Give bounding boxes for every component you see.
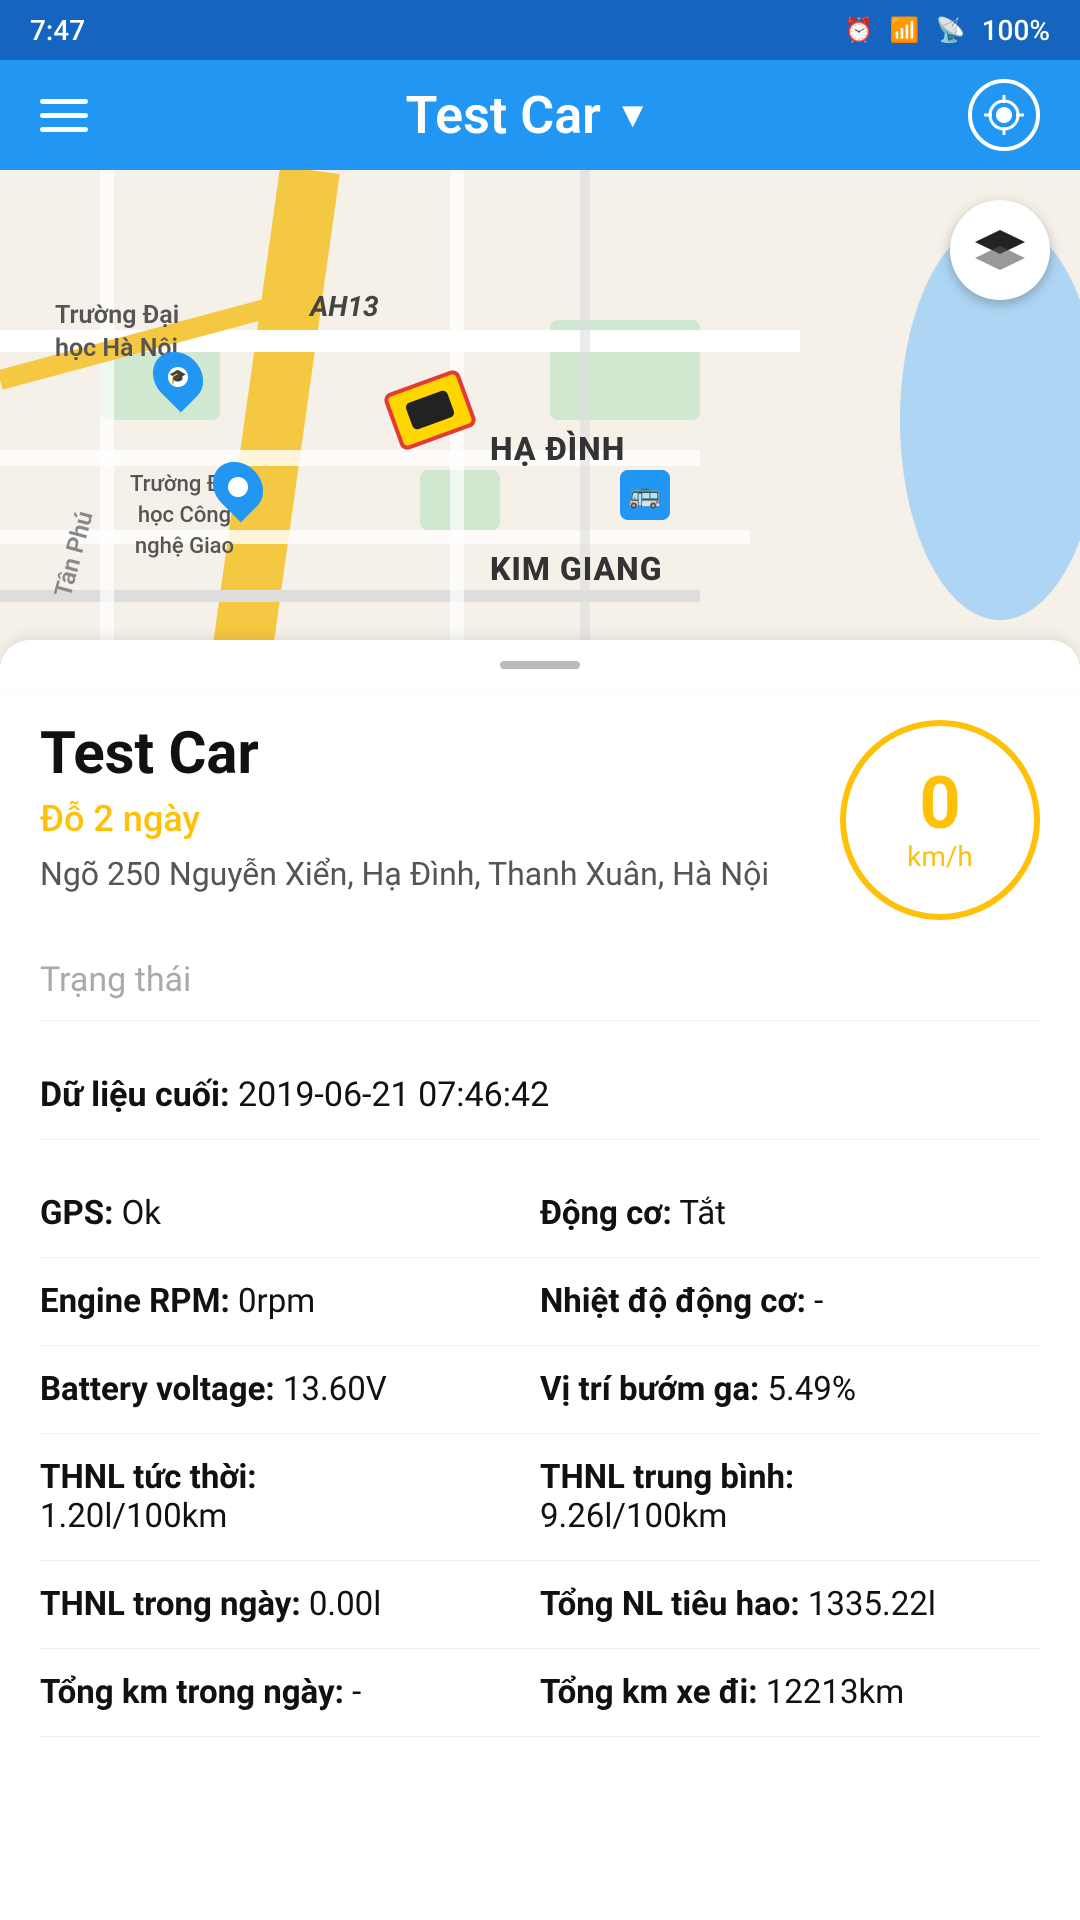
swipe-handle [500,661,580,669]
gps-col: GPS: Ok [40,1194,540,1233]
speed-unit: km/h [907,840,973,873]
throttle-label: Vị trí bướm ga: [540,1370,759,1409]
km-total-col: Tổng km xe đi: 12213km [540,1673,1040,1712]
road-v1 [100,170,114,670]
divider-1 [40,1139,1040,1140]
time-display: 7:47 [30,14,85,47]
map-area[interactable]: Trường Đạihọc Hà Nội AH13 HẠ ĐÌNH KIM GI… [0,170,1080,670]
rpm-col: Engine RPM: 0rpm [40,1282,540,1321]
km-total-value: 12213km [766,1673,904,1712]
engine-temp-value: - [814,1282,823,1321]
km-day-label: Tổng km trong ngày: [40,1673,344,1712]
km-row: Tổng km trong ngày: - Tổng km xe đi: 122… [40,1649,1040,1737]
fuel-instant-label: THNL tức thời: [40,1458,257,1497]
swipe-handle-area[interactable] [0,640,1080,690]
poi-marker-1: 🎓 [155,350,201,404]
bus-stop-marker: 🚌 [620,470,670,520]
fuel-day-col: THNL trong ngày: 0.00l [40,1585,540,1624]
rpm-label: Engine RPM: [40,1282,230,1321]
fuel-instant-value: 1.20l/100km [40,1497,540,1536]
data-section: Dữ liệu cuối: 2019-06-21 07:46:42 GPS: O… [40,1051,1040,1737]
km-day-col: Tổng km trong ngày: - [40,1673,540,1712]
status-label-section: Trạng thái [40,940,1040,1021]
poi-marker-2 [215,460,261,514]
engine-label: Động cơ: [540,1194,672,1233]
vehicle-address: Ngõ 250 Nguyễn Xiển, Hạ Đình, Thanh Xuân… [40,852,820,897]
gps-engine-row: GPS: Ok Động cơ: Tắt [40,1170,1040,1258]
battery-throttle-row: Battery voltage: 13.60V Vị trí bướm ga: … [40,1346,1040,1434]
vehicle-status: Đỗ 2 ngày [40,798,820,840]
vehicle-header: Test Car Đỗ 2 ngày Ngõ 250 Nguyễn Xiển, … [40,690,1040,940]
fuel-instant-col: THNL tức thời: 1.20l/100km [40,1458,540,1536]
fuel-total-label: Tổng NL tiêu hao: [540,1585,800,1624]
battery-value: 13.60V [283,1370,387,1409]
road-v3 [580,170,590,670]
last-data-row: Dữ liệu cuối: 2019-06-21 07:46:42 [40,1051,1040,1139]
speed-circle: 0 km/h [840,720,1040,920]
map-label-ah13: AH13 [310,290,379,323]
throttle-value: 5.49% [768,1370,857,1409]
status-bar: 7:47 ⏰ 📶 📡 100% [0,0,1080,60]
vehicle-info: Test Car Đỗ 2 ngày Ngõ 250 Nguyễn Xiển, … [40,720,820,897]
fuel-day-label: THNL trong ngày: [40,1585,301,1624]
fuel-day-value: 0.00l [309,1585,381,1624]
top-nav: Test Car ▼ [0,60,1080,170]
engine-value: Tắt [679,1194,726,1233]
car-marker [390,380,470,440]
nav-title[interactable]: Test Car ▼ [406,85,651,146]
vehicle-name: Test Car [40,720,820,788]
menu-button[interactable] [40,99,88,132]
status-icons: ⏰ 📶 📡 100% [844,14,1050,47]
fuel-day-row: THNL trong ngày: 0.00l Tổng NL tiêu hao:… [40,1561,1040,1649]
battery-label: Battery voltage: [40,1370,275,1409]
engine-col: Động cơ: Tắt [540,1194,1040,1233]
engine-temp-col: Nhiệt độ động cơ: - [540,1282,1040,1321]
battery-col: Battery voltage: 13.60V [40,1370,540,1409]
dropdown-arrow-icon: ▼ [615,94,651,136]
rpm-value: 0rpm [238,1282,315,1321]
speed-value: 0 [919,768,960,840]
last-data-label: Dữ liệu cuối: [40,1075,230,1115]
km-day-value: - [352,1673,361,1712]
rpm-temp-row: Engine RPM: 0rpm Nhiệt độ động cơ: - [40,1258,1040,1346]
fuel-total-col: Tổng NL tiêu hao: 1335.22l [540,1585,1040,1624]
map-layer-button[interactable] [950,200,1050,300]
engine-temp-label: Nhiệt độ động cơ: [540,1282,806,1321]
battery-display: 100% [982,14,1050,47]
status-label: Trạng thái [40,960,191,1000]
gps-value: Ok [122,1194,161,1233]
signal-icon: 📡 [936,16,966,44]
fuel-row: THNL tức thời: 1.20l/100km THNL trung bì… [40,1434,1040,1561]
wifi-icon: 📶 [890,16,920,44]
detail-panel: Test Car Đỗ 2 ngày Ngõ 250 Nguyễn Xiển, … [0,690,1080,1777]
last-data-value: 2019-06-21 07:46:42 [238,1075,549,1115]
alarm-icon: ⏰ [844,16,874,44]
fuel-avg-label: THNL trung bình: [540,1458,794,1497]
fuel-avg-value: 9.26l/100km [540,1497,1040,1536]
km-total-label: Tổng km xe đi: [540,1673,758,1712]
gps-label: GPS: [40,1194,113,1233]
map-label-kimgiang: KIM GIANG [490,550,663,588]
throttle-col: Vị trí bướm ga: 5.49% [540,1370,1040,1409]
fuel-total-value: 1335.22l [808,1585,936,1624]
map-label-hading: HẠ ĐÌNH [490,430,625,468]
location-button[interactable] [968,79,1040,151]
map-label-tranphu: Tân Phú [49,508,99,600]
fuel-avg-col: THNL trung bình: 9.26l/100km [540,1458,1040,1536]
